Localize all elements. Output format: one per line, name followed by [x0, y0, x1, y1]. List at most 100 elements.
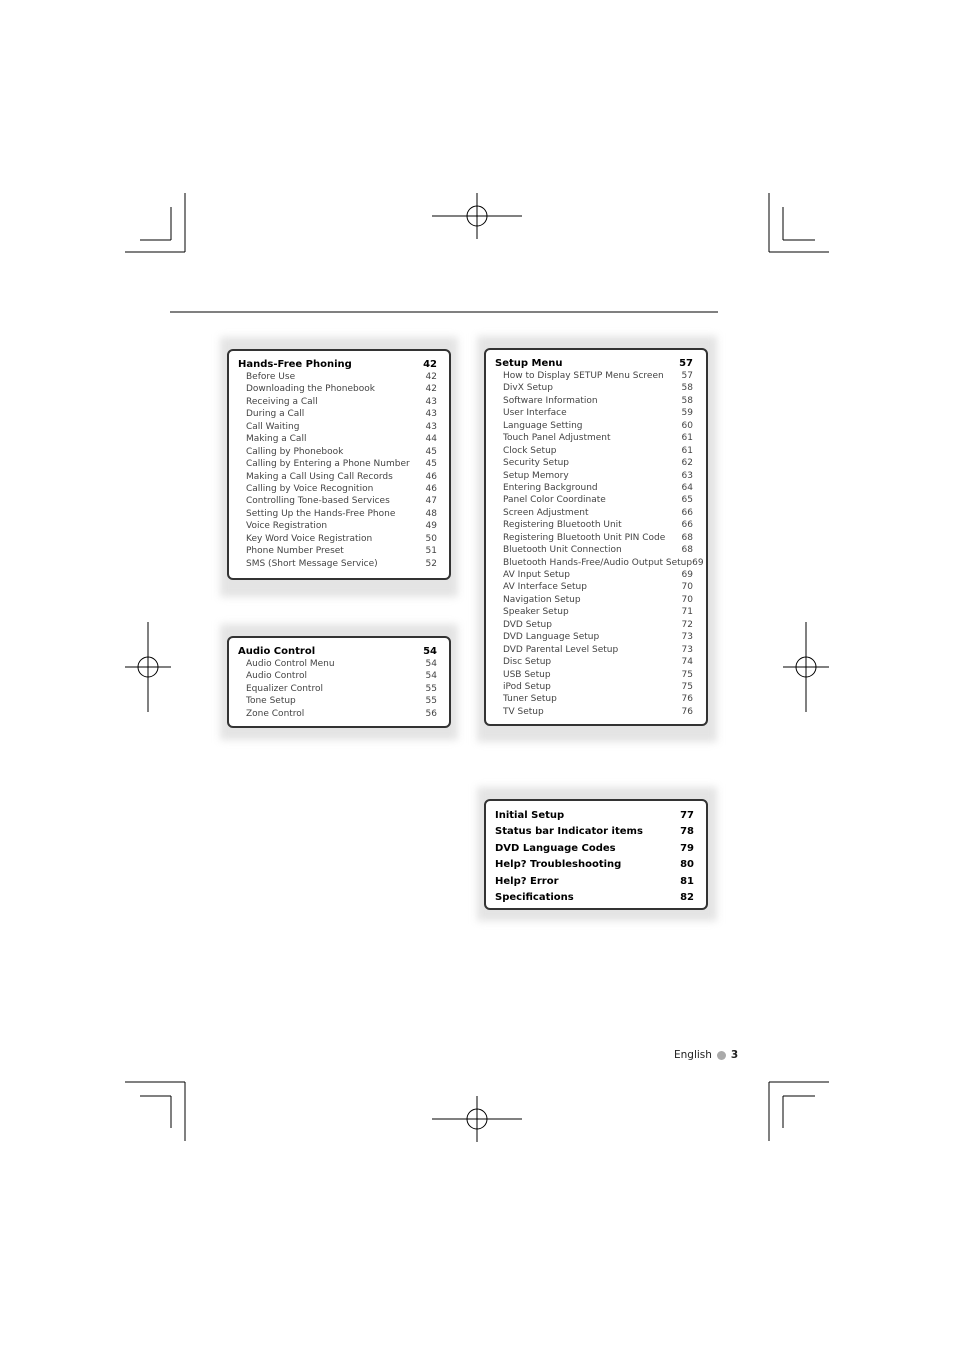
toc-entry-page: 69 [692, 557, 704, 568]
toc-entry[interactable]: Entering Background 64 [495, 482, 693, 494]
toc-entry-page: 75 [681, 681, 693, 692]
toc-heading[interactable]: Hands-Free Phoning 42 [238, 358, 437, 371]
toc-entry[interactable]: Setting Up the Hands-Free Phone 48 [238, 508, 437, 520]
toc-entry[interactable]: Downloading the Phonebook 42 [238, 383, 437, 395]
toc-entry-title: Controlling Tone-based Services [246, 496, 390, 507]
toc-entry[interactable]: Zone Control 56 [238, 708, 437, 720]
toc-entry-title: How to Display SETUP Menu Screen [503, 371, 664, 381]
toc-entry[interactable]: Making a Call Using Call Records 46 [238, 471, 437, 483]
toc-entry-title: Navigation Setup [503, 594, 581, 605]
toc-entry[interactable]: Before Use 42 [238, 371, 437, 383]
toc-entry[interactable]: Speaker Setup 71 [495, 606, 693, 618]
toc-entry[interactable]: iPod Setup 75 [495, 681, 693, 693]
toc-entry[interactable]: Phone Number Preset 51 [238, 545, 437, 557]
toc-entry-title: Registering Bluetooth Unit [503, 520, 622, 531]
toc-entry[interactable]: During a Call 43 [238, 408, 437, 420]
toc-entry[interactable]: Audio Control Menu 54 [238, 658, 437, 670]
toc-entry-title: AV Interface Setup [503, 582, 587, 593]
toc-entry[interactable]: How to Display SETUP Menu Screen 57 [495, 370, 693, 382]
toc-entry[interactable]: Disc Setup 74 [495, 656, 693, 668]
toc-entry-page: 43 [425, 396, 437, 407]
toc-entry-page: 69 [681, 570, 693, 580]
page-footer: English 3 [674, 1049, 738, 1061]
toc-entry-page: 61 [681, 445, 693, 456]
toc-entry-page: 59 [681, 408, 693, 419]
toc-entry-title: Touch Panel Adjustment [503, 433, 611, 444]
toc-entry[interactable]: Bluetooth Hands-Free/Audio Output Setup 6… [495, 557, 704, 569]
toc-entry[interactable]: Key Word Voice Registration 50 [238, 533, 437, 545]
toc-entry[interactable]: Clock Setup 61 [495, 445, 693, 457]
toc-entry-page: 76 [681, 694, 693, 705]
toc-heading[interactable]: DVD Language Codes 79 [495, 841, 694, 857]
toc-entry-title: Call Waiting [246, 421, 300, 432]
toc-entry-page: 74 [681, 657, 693, 668]
toc-entry[interactable]: Tuner Setup 76 [495, 693, 693, 705]
manual-page: Hands-Free Phoning 42 Before Use 42 Download… [0, 0, 954, 1350]
toc-heading[interactable]: Help? Error 81 [495, 874, 694, 890]
toc-entry-page: 73 [681, 632, 693, 643]
toc-entry[interactable]: User Interface 59 [495, 407, 693, 419]
toc-entry-title: Disc Setup [503, 657, 552, 668]
toc-heading-title: Help? Error [495, 875, 559, 887]
toc-heading-page: 54 [423, 646, 437, 657]
toc-entry[interactable]: Calling by Voice Recognition 46 [238, 483, 437, 495]
toc-entry[interactable]: SMS (Short Message Service) 52 [238, 558, 437, 570]
toc-entry[interactable]: Screen Adjustment 66 [495, 507, 693, 519]
toc-entry-page: 71 [681, 607, 693, 618]
toc-entry-title: DivX Setup [503, 383, 553, 394]
toc-entry-page: 76 [681, 706, 693, 717]
toc-entry[interactable]: Making a Call 44 [238, 433, 437, 445]
toc-entry[interactable]: Equalizer Control 55 [238, 683, 437, 695]
toc-entry-page: 45 [425, 446, 437, 457]
toc-entry[interactable]: Tone Setup 55 [238, 695, 437, 707]
toc-entry[interactable]: Receiving a Call 43 [238, 396, 437, 408]
toc-heading[interactable]: Help? Troubleshooting 80 [495, 857, 694, 873]
toc-entry[interactable]: TV Setup 76 [495, 706, 693, 718]
toc-heading-title: DVD Language Codes [495, 842, 616, 854]
toc-section-other: Initial Setup 77 Status bar Indicator item… [484, 799, 708, 910]
toc-entry-title: Setup Memory [503, 470, 569, 481]
toc-entry[interactable]: DVD Parental Level Setup 73 [495, 644, 693, 656]
toc-entry-page: 61 [681, 433, 693, 444]
toc-entry-title: Bluetooth Hands-Free/Audio Output Setup [503, 557, 693, 568]
toc-entry[interactable]: Call Waiting 43 [238, 421, 437, 433]
toc-entry[interactable]: Navigation Setup 70 [495, 594, 693, 606]
toc-entry-page: 60 [681, 420, 693, 431]
toc-entry-page: 51 [425, 546, 437, 557]
toc-entry[interactable]: DVD Setup 72 [495, 619, 693, 631]
toc-heading-title: Hands-Free Phoning [238, 359, 352, 370]
toc-entry[interactable]: DivX Setup 58 [495, 382, 693, 394]
toc-entry[interactable]: Voice Registration 49 [238, 520, 437, 532]
toc-entry-page: 64 [681, 482, 693, 493]
toc-heading[interactable]: Status bar Indicator items 78 [495, 824, 694, 840]
toc-heading[interactable]: Specifications 82 [495, 890, 694, 906]
toc-entry-title: During a Call [246, 409, 305, 420]
toc-entry[interactable]: Touch Panel Adjustment 61 [495, 432, 693, 444]
toc-heading[interactable]: Setup Menu 57 [495, 357, 693, 370]
toc-entry[interactable]: Controlling Tone-based Services 47 [238, 495, 437, 507]
toc-entry[interactable]: Security Setup 62 [495, 457, 693, 469]
toc-entry-page: 75 [681, 669, 693, 680]
toc-entry[interactable]: Bluetooth Unit Connection 68 [495, 544, 693, 556]
toc-entry[interactable]: Panel Color Coordinate 65 [495, 494, 693, 506]
toc-entry[interactable]: Calling by Phonebook 45 [238, 446, 437, 458]
toc-entry-title: Making a Call [246, 434, 307, 445]
toc-entry[interactable]: Setup Memory 63 [495, 470, 693, 482]
toc-heading[interactable]: Audio Control 54 [238, 645, 437, 658]
toc-heading[interactable]: Initial Setup 77 [495, 808, 694, 824]
toc-entry-title: Bluetooth Unit Connection [503, 545, 622, 556]
toc-entry-page: 56 [425, 708, 437, 719]
toc-entry[interactable]: Language Setting 60 [495, 420, 693, 432]
toc-entry[interactable]: Calling by Entering a Phone Number 45 [238, 458, 437, 470]
toc-entry[interactable]: Software Information 58 [495, 395, 693, 407]
toc-entry[interactable]: Registering Bluetooth Unit PIN Code 68 [495, 532, 693, 544]
toc-entry[interactable]: Audio Control 54 [238, 670, 437, 682]
toc-entry[interactable]: AV Input Setup 69 [495, 569, 693, 581]
toc-entry[interactable]: Registering Bluetooth Unit 66 [495, 519, 693, 531]
toc-entry-title: DVD Language Setup [503, 632, 600, 643]
toc-heading-page: 80 [680, 859, 694, 871]
toc-entry[interactable]: AV Interface Setup 70 [495, 581, 693, 593]
toc-entry[interactable]: USB Setup 75 [495, 669, 693, 681]
toc-entry[interactable]: DVD Language Setup 73 [495, 631, 693, 643]
toc-entry-page: 68 [681, 545, 693, 556]
